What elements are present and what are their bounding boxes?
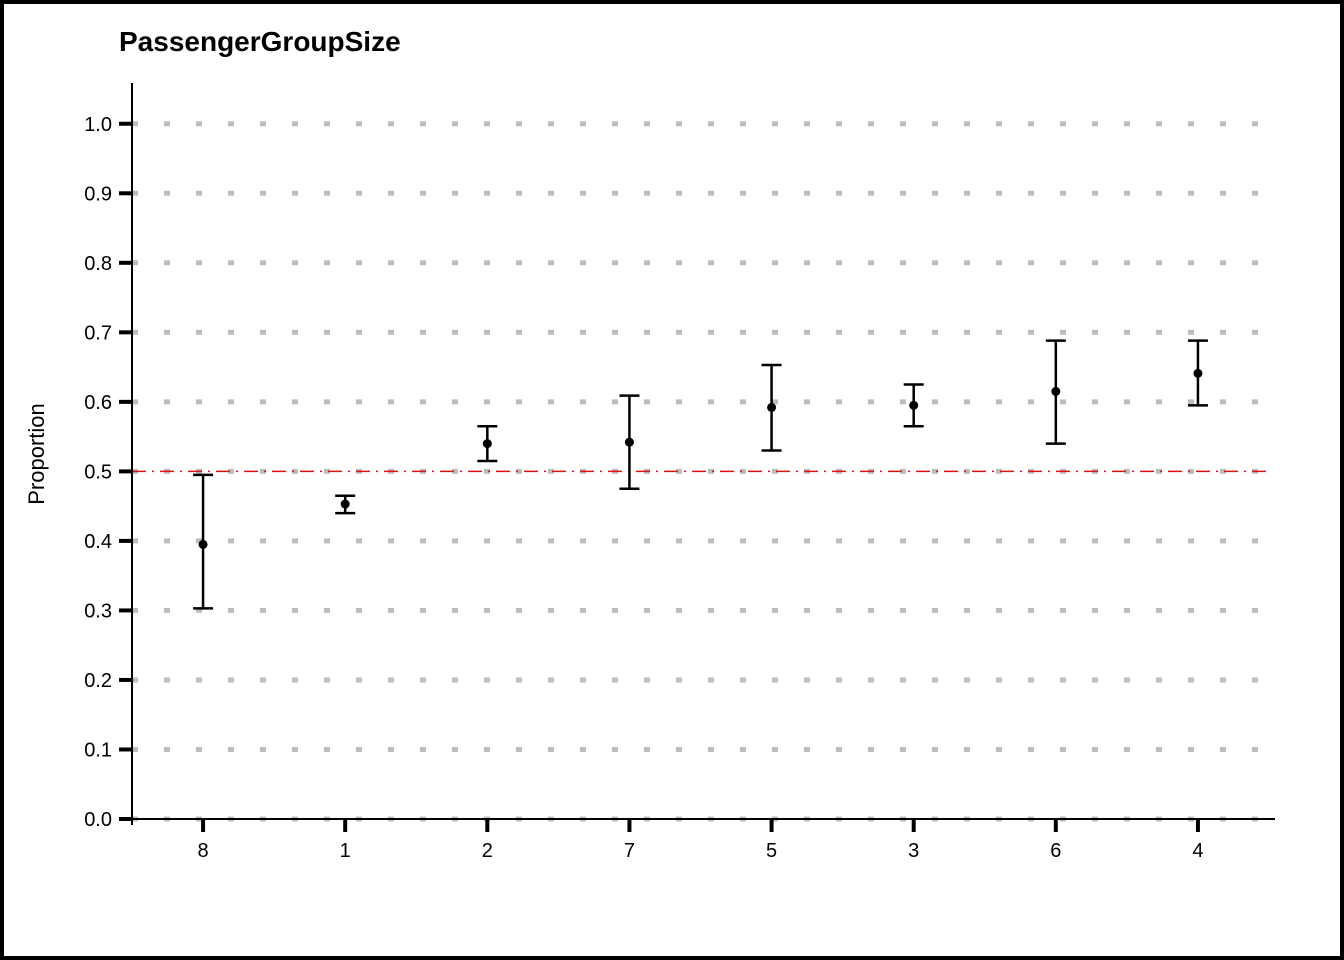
- y-tick-label: 1.0: [84, 114, 112, 136]
- y-tick-label: 0.7: [84, 322, 112, 344]
- data-point: [1051, 387, 1060, 396]
- data-point: [909, 401, 918, 410]
- x-tick-label: 6: [1050, 840, 1061, 862]
- y-tick-label: 0.9: [84, 183, 112, 205]
- x-tick-label: 3: [908, 840, 919, 862]
- x-tick-label: 2: [482, 840, 493, 862]
- y-tick-label: 0.6: [84, 392, 112, 414]
- y-axis-title: Proportion: [24, 403, 49, 505]
- data-point: [199, 540, 208, 549]
- x-tick-label: 8: [198, 840, 209, 862]
- data-point: [483, 439, 492, 448]
- data-point: [341, 500, 350, 509]
- data-point: [1193, 369, 1202, 378]
- y-tick-label: 0.1: [84, 739, 112, 761]
- y-tick-label: 0.0: [84, 809, 112, 831]
- y-tick-label: 0.8: [84, 253, 112, 275]
- x-tick-label: 4: [1192, 840, 1203, 862]
- data-point: [767, 403, 776, 412]
- x-tick-label: 5: [766, 840, 777, 862]
- y-tick-label: 0.5: [84, 461, 112, 483]
- y-tick-label: 0.3: [84, 600, 112, 622]
- chart-plot-area: 0.0 0.1 0.2 0.3 0.4 0.5 0.6 0.7 0.8 0.9 1.0 8 1 2 7 5 3 6…: [4, 4, 1340, 956]
- x-tick-label: 1: [340, 840, 351, 862]
- data-point: [625, 438, 634, 447]
- chart-frame: PassengerGroupSize 0.0 0.1 0.2 0.3 0.4 0.5 0.6…: [0, 0, 1344, 960]
- y-tick-label: 0.4: [84, 531, 112, 553]
- chart-title: PassengerGroupSize: [119, 26, 401, 58]
- y-tick-label: 0.2: [84, 670, 112, 692]
- x-tick-label: 7: [624, 840, 635, 862]
